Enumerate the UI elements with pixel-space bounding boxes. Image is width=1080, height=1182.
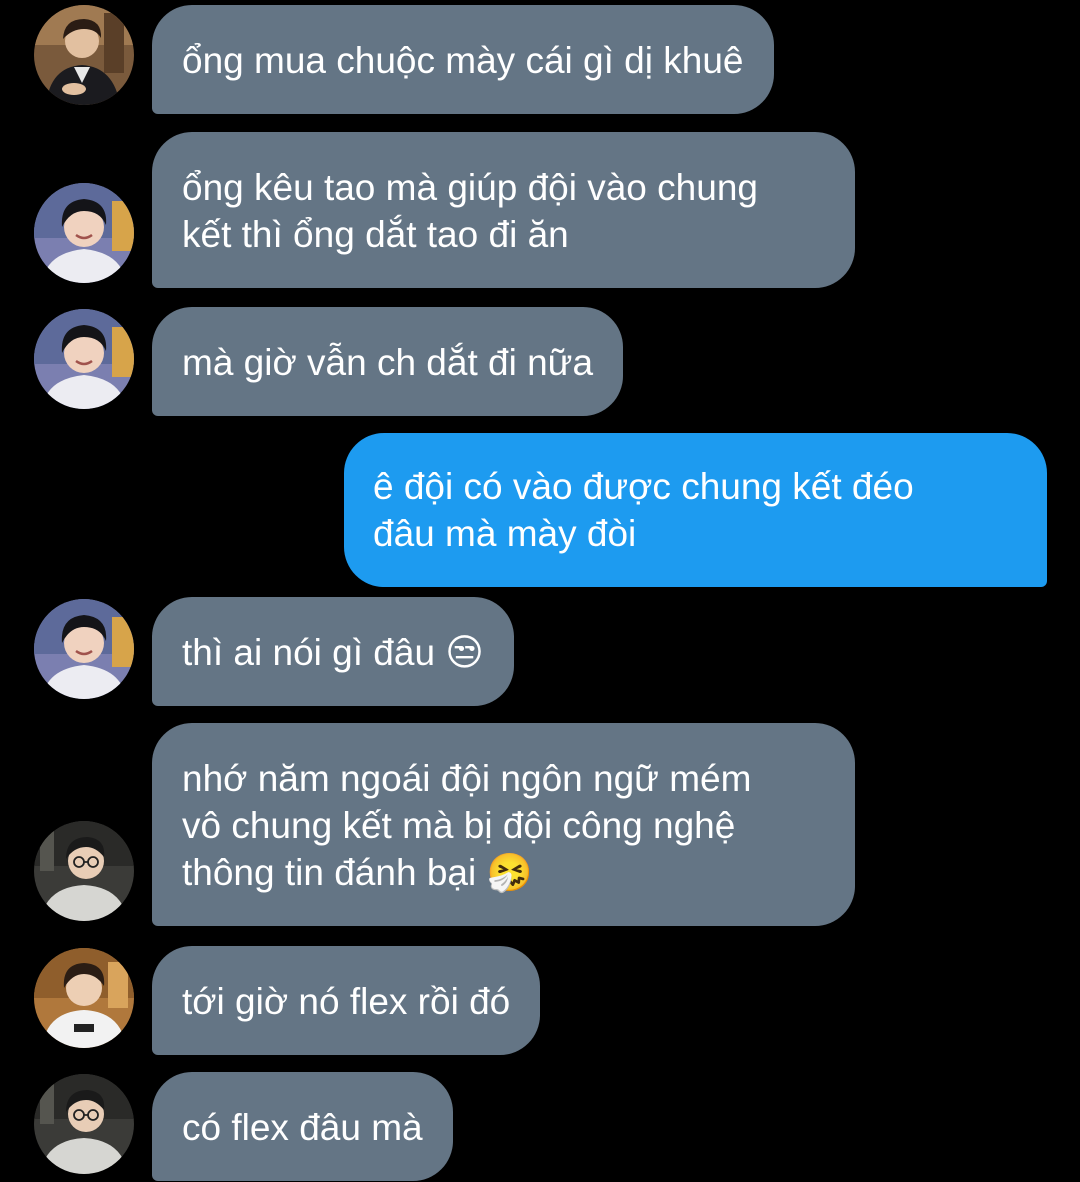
avatar-smiling-boy-image [34,599,134,699]
avatar-suit-man[interactable] [34,5,134,105]
avatar-glasses-man-image [34,821,134,921]
avatar-glasses-man[interactable] [34,821,134,921]
message-bubble-incoming[interactable]: tới giờ nó flex rồi đó [152,946,541,1055]
message-bubble-incoming[interactable]: có flex đâu mà [152,1072,453,1181]
message-bubble-incoming[interactable]: ổng kêu tao mà giúp đội vào chung kết th… [152,132,855,288]
avatar-white-hoodie-man-image [34,948,134,1048]
message-bubble-incoming[interactable]: mà giờ vẫn ch dắt đi nữa [152,307,624,416]
message-bubble-incoming[interactable]: thì ai nói gì đâu 😒 [152,597,514,706]
avatar-suit-man-image [34,5,134,105]
avatar-glasses-man-image [34,1074,134,1174]
message-bubble-incoming[interactable]: nhớ năm ngoái đội ngôn ngữ mém vô chung … [152,723,855,926]
avatar-glasses-man[interactable] [34,1074,134,1174]
message-bubble-outgoing[interactable]: ê đội có vào được chung kết đéo đâu mà m… [344,433,1047,587]
message-bubble-incoming[interactable]: ổng mua chuộc mày cái gì dị khuê [152,5,774,114]
avatar-smiling-boy[interactable] [34,599,134,699]
avatar-smiling-boy[interactable] [34,309,134,409]
avatar-smiling-boy-image [34,309,134,409]
avatar-white-hoodie-man[interactable] [34,948,134,1048]
avatar-smiling-boy[interactable] [34,183,134,283]
avatar-smiling-boy-image [34,183,134,283]
